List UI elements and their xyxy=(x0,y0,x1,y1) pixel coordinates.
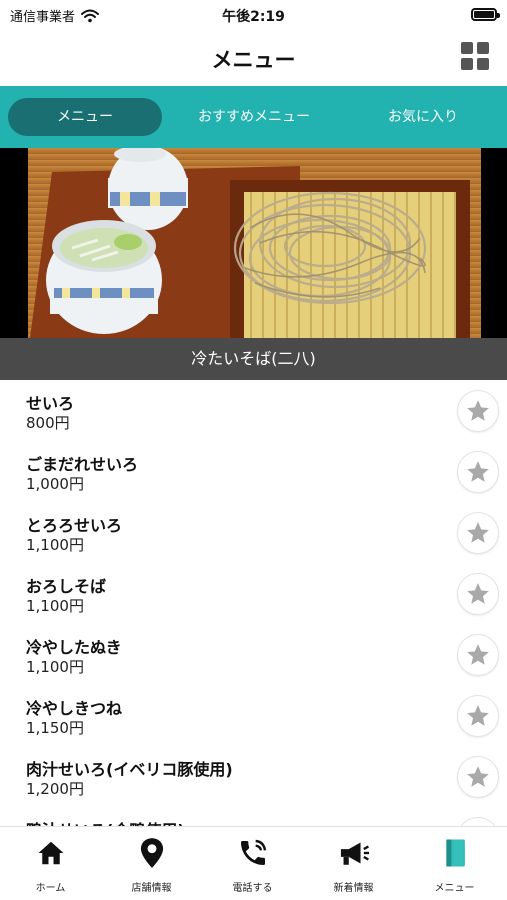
favorite-button[interactable] xyxy=(457,390,499,432)
phone-icon xyxy=(240,839,266,865)
menu-item[interactable]: 鴨汁せいろ(合鴨使用) xyxy=(0,807,507,826)
menu-item[interactable]: 冷やしきつね 1,150円 xyxy=(0,685,507,746)
star-icon xyxy=(467,705,489,726)
menu-item-price: 1,000円 xyxy=(26,475,84,493)
bottom-nav-label: 店舗情報 xyxy=(131,883,172,894)
menu-item-price: 1,200円 xyxy=(26,780,84,798)
status-time: 午後2:19 xyxy=(222,9,285,25)
menu-item-name: 肉汁せいろ(イベリコ豚使用) xyxy=(26,760,233,779)
menu-item[interactable]: 冷やしたぬき 1,100円 xyxy=(0,624,507,685)
menu-item[interactable]: とろろせいろ 1,100円 xyxy=(0,502,507,563)
favorite-button[interactable] xyxy=(457,695,499,737)
menu-item-name: 冷やしきつね xyxy=(26,699,123,718)
map-pin-icon xyxy=(140,838,163,868)
menu-item-name: おろしそば xyxy=(26,577,107,596)
bottom-nav-home[interactable]: ホーム xyxy=(0,827,101,900)
bottom-nav-label: メニュー xyxy=(434,883,475,894)
megaphone-icon xyxy=(340,842,369,865)
star-icon xyxy=(467,461,489,482)
menu-item-name: 冷やしたぬき xyxy=(26,638,122,657)
home-icon xyxy=(38,841,63,865)
grid-view-icon[interactable] xyxy=(461,42,489,70)
menu-item-name: ごまだれせいろ xyxy=(26,455,139,474)
bottom-nav-store-info[interactable]: 店舗情報 xyxy=(101,827,202,900)
menu-list[interactable]: せいろ 800円 ごまだれせいろ 1,000円 とろろせいろ 1,100円 おろ… xyxy=(0,380,507,826)
hero-image xyxy=(0,148,507,338)
star-icon xyxy=(467,583,489,604)
bottom-navigation: ホーム 店舗情報 電話する 新着情報 メニュー xyxy=(0,826,507,900)
category-header: 冷たいそば(二八) xyxy=(0,338,507,380)
bottom-nav-news[interactable]: 新着情報 xyxy=(303,827,404,900)
menu-item-price: 1,100円 xyxy=(26,597,84,615)
menu-item[interactable]: おろしそば 1,100円 xyxy=(0,563,507,624)
star-icon xyxy=(467,400,489,421)
favorite-button[interactable] xyxy=(457,634,499,676)
menu-item[interactable]: ごまだれせいろ 1,000円 xyxy=(0,441,507,502)
bottom-nav-label: 新着情報 xyxy=(333,883,374,894)
soba-photo xyxy=(0,148,507,338)
favorite-button[interactable] xyxy=(457,573,499,615)
bottom-nav-label: 電話する xyxy=(232,883,273,894)
bottom-nav-menu[interactable]: メニュー xyxy=(404,827,505,900)
favorite-button[interactable] xyxy=(457,451,499,493)
battery-icon xyxy=(471,8,500,21)
status-bar: 通信事業者 午後2:19 xyxy=(0,0,507,30)
tab-menu[interactable]: メニュー xyxy=(8,98,162,136)
menu-item-price: 1,150円 xyxy=(26,719,84,737)
navigation-bar: メニュー xyxy=(0,30,507,86)
menu-item[interactable]: 肉汁せいろ(イベリコ豚使用) 1,200円 xyxy=(0,746,507,807)
menu-item-name: せいろ xyxy=(26,394,75,413)
tab-favorites[interactable]: お気に入り xyxy=(346,98,500,136)
book-icon xyxy=(445,839,465,867)
tab-recommended-menu[interactable]: おすすめメニュー xyxy=(176,98,332,136)
star-icon xyxy=(467,522,489,543)
favorite-button[interactable] xyxy=(457,512,499,554)
star-icon xyxy=(467,644,489,665)
star-icon xyxy=(467,766,489,787)
menu-item-price: 800円 xyxy=(26,414,70,432)
menu-item[interactable]: せいろ 800円 xyxy=(0,380,507,441)
bottom-nav-call[interactable]: 電話する xyxy=(202,827,303,900)
favorite-button[interactable] xyxy=(457,756,499,798)
bottom-nav-label: ホーム xyxy=(35,883,66,894)
menu-item-name: とろろせいろ xyxy=(26,516,123,535)
page-title: メニュー xyxy=(211,48,296,72)
menu-item-price: 1,100円 xyxy=(26,536,84,554)
menu-item-price: 1,100円 xyxy=(26,658,84,676)
favorite-button[interactable] xyxy=(457,817,499,826)
tab-bar: メニュー おすすめメニュー お気に入り xyxy=(0,86,507,148)
menu-item-name: 鴨汁せいろ(合鴨使用) xyxy=(26,817,185,826)
